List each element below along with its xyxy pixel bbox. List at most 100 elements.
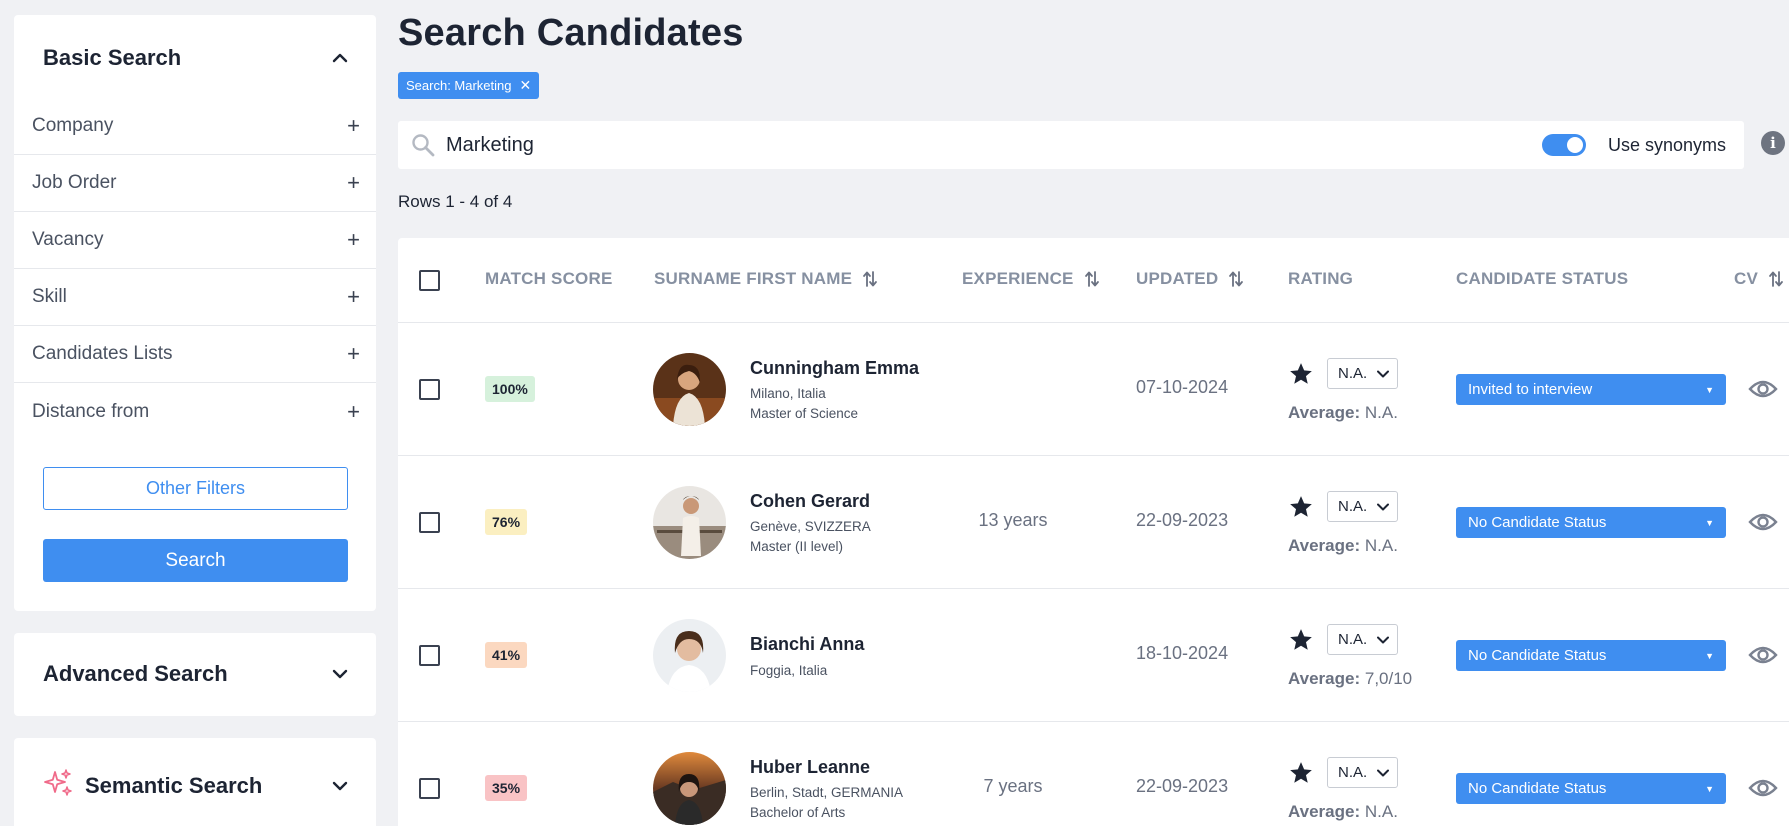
info-icon[interactable]: i — [1761, 131, 1785, 155]
candidate-name[interactable]: Huber Leanne — [750, 757, 870, 778]
rating-select[interactable]: N.A. — [1327, 358, 1398, 389]
filter-label: Job Order — [32, 172, 117, 193]
basic-search-title: Basic Search — [43, 45, 182, 70]
status-label: No Candidate Status — [1468, 514, 1607, 531]
candidate-status-dropdown[interactable]: No Candidate Status ▼ — [1456, 507, 1726, 538]
avatar[interactable] — [653, 752, 726, 825]
semantic-search-header[interactable]: Semantic Search — [43, 768, 350, 803]
average-rating: Average: N.A. — [1288, 802, 1398, 822]
updated-date: 07-10-2024 — [1136, 377, 1229, 397]
table-row[interactable]: 100% Cunningham Emma Milano, Italia Mast… — [398, 323, 1789, 456]
candidate-degree: Master of Science — [750, 406, 859, 421]
rating-select[interactable]: N.A. — [1327, 491, 1398, 522]
candidate-degree: Master (II level) — [750, 539, 844, 554]
plus-icon[interactable]: + — [347, 343, 360, 365]
eye-icon[interactable] — [1748, 776, 1778, 800]
search-bar: Use synonyms — [398, 121, 1744, 169]
basic-search-panel: Basic Search Company + Job Order + Vacancy… — [14, 15, 376, 611]
avatar[interactable] — [653, 619, 726, 692]
filter-job-order[interactable]: Job Order + — [14, 155, 376, 212]
table-row[interactable]: 35% Huber Leanne Berlin, Stadt, GERMANIA… — [398, 722, 1789, 826]
star-icon[interactable] — [1288, 627, 1314, 653]
advanced-search-panel[interactable]: Advanced Search — [14, 633, 376, 716]
caret-down-icon: ▼ — [1705, 517, 1714, 528]
semantic-search-panel[interactable]: Semantic Search — [14, 738, 376, 826]
avatar[interactable] — [653, 486, 726, 559]
rating-select[interactable]: N.A. — [1327, 757, 1398, 788]
candidate-name[interactable]: Cohen Gerard — [750, 491, 870, 512]
filter-label: Vacancy — [32, 229, 104, 250]
chevron-down-icon[interactable] — [330, 664, 350, 684]
basic-search-header[interactable]: Basic Search — [43, 45, 350, 71]
eye-icon[interactable] — [1748, 643, 1778, 667]
semantic-search-title: Semantic Search — [85, 772, 263, 798]
plus-icon[interactable]: + — [347, 229, 360, 251]
header-label: SURNAME FIRST NAME — [654, 269, 853, 288]
row-checkbox[interactable] — [419, 778, 440, 799]
row-checkbox[interactable] — [419, 512, 440, 533]
candidate-name[interactable]: Cunningham Emma — [750, 358, 919, 379]
eye-icon[interactable] — [1748, 377, 1778, 401]
header-label: CANDIDATE STATUS — [1456, 269, 1629, 288]
candidate-status-dropdown[interactable]: Invited to interview ▼ — [1456, 374, 1726, 405]
search-icon — [412, 134, 435, 157]
candidate-status-dropdown[interactable]: No Candidate Status ▼ — [1456, 773, 1726, 804]
filter-distance-from[interactable]: Distance from + — [14, 383, 376, 440]
eye-icon[interactable] — [1748, 510, 1778, 534]
filter-candidates-lists[interactable]: Candidates Lists + — [14, 326, 376, 383]
star-icon[interactable] — [1288, 494, 1314, 520]
header-label: CV — [1734, 269, 1759, 288]
header-cv[interactable]: CV — [1734, 269, 1784, 289]
avatar[interactable] — [653, 353, 726, 426]
row-checkbox[interactable] — [419, 379, 440, 400]
table-row[interactable]: 76% Cohen Gerard Genève, SVIZZERA Master… — [398, 456, 1789, 589]
advanced-search-title: Advanced Search — [43, 661, 228, 686]
filter-vacancy[interactable]: Vacancy + — [14, 212, 376, 269]
sort-icon[interactable] — [862, 270, 878, 288]
filter-skill[interactable]: Skill + — [14, 269, 376, 326]
table-header: MATCH SCORE SURNAME FIRST NAME EXPERIENC… — [398, 238, 1789, 323]
candidate-status-dropdown[interactable]: No Candidate Status ▼ — [1456, 640, 1726, 671]
filter-company[interactable]: Company + — [14, 98, 376, 155]
header-experience[interactable]: EXPERIENCE — [962, 269, 1100, 289]
sort-icon[interactable] — [1228, 270, 1244, 288]
close-icon[interactable]: ✕ — [520, 77, 532, 94]
plus-icon[interactable]: + — [347, 400, 360, 423]
average-rating: Average: N.A. — [1288, 403, 1398, 423]
chevron-up-icon[interactable] — [330, 48, 350, 68]
select-all-checkbox[interactable] — [419, 270, 440, 291]
header-label: EXPERIENCE — [962, 269, 1074, 288]
other-filters-button[interactable]: Other Filters — [43, 467, 348, 510]
header-name[interactable]: SURNAME FIRST NAME — [654, 269, 878, 289]
advanced-search-header[interactable]: Advanced Search — [43, 661, 350, 687]
chevron-down-icon[interactable] — [330, 776, 350, 796]
caret-down-icon: ▼ — [1705, 783, 1714, 794]
row-checkbox[interactable] — [419, 645, 440, 666]
sort-icon[interactable] — [1084, 270, 1100, 288]
use-synonyms-toggle[interactable] — [1541, 134, 1586, 156]
updated-date: 22-09-2023 — [1136, 510, 1229, 530]
average-label: Average: — [1288, 536, 1361, 555]
filter-label: Distance from — [32, 400, 150, 422]
rating-select[interactable]: N.A. — [1327, 624, 1398, 655]
sort-icon[interactable] — [1768, 270, 1784, 288]
header-updated[interactable]: UPDATED — [1136, 269, 1244, 289]
chip-label: Search: Marketing — [406, 78, 512, 93]
search-button[interactable]: Search — [43, 539, 348, 582]
plus-icon[interactable]: + — [347, 286, 360, 308]
candidate-name[interactable]: Bianchi Anna — [750, 634, 864, 655]
table-row[interactable]: 41% Bianchi Anna Foggia, Italia 18-10-20… — [398, 589, 1789, 722]
status-label: Invited to interview — [1468, 381, 1593, 398]
status-label: No Candidate Status — [1468, 647, 1607, 664]
star-icon[interactable] — [1288, 760, 1314, 786]
use-synonyms-label: Use synonyms — [1607, 134, 1726, 155]
search-input[interactable] — [446, 133, 1542, 157]
average-label: Average: — [1288, 802, 1361, 821]
plus-icon[interactable]: + — [347, 172, 360, 194]
average-value: N.A. — [1364, 403, 1398, 422]
plus-icon[interactable]: + — [347, 115, 360, 137]
sparkles-icon — [43, 768, 73, 803]
star-icon[interactable] — [1288, 361, 1314, 387]
match-score-badge: 76% — [485, 509, 528, 535]
caret-down-icon: ▼ — [1705, 650, 1714, 661]
